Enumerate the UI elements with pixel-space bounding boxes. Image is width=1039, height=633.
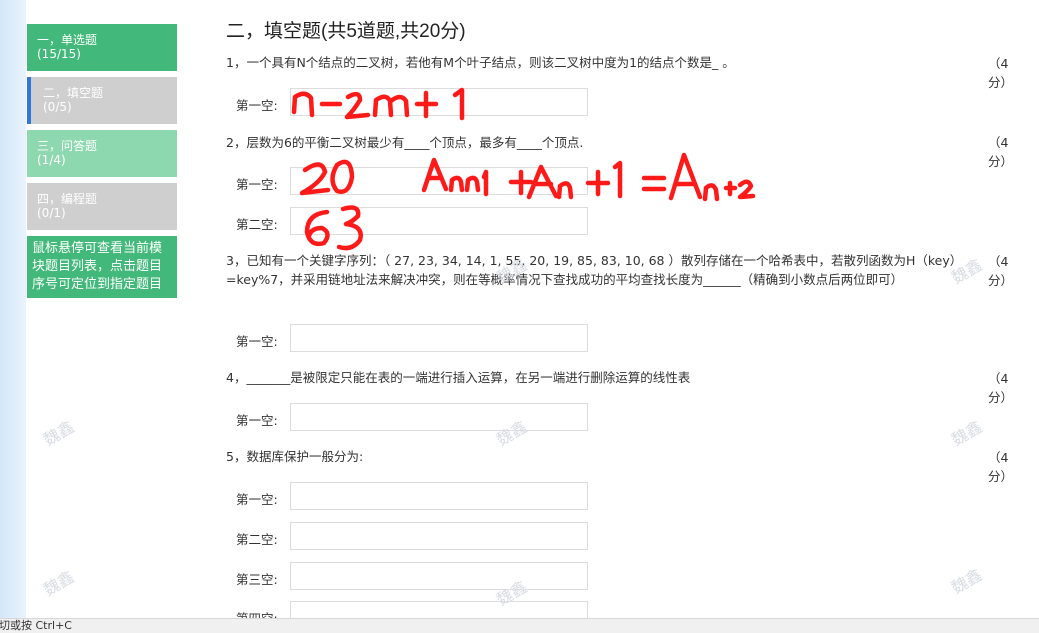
- nav-item-count: (1/4): [37, 153, 66, 167]
- question-4-text: 4，_______是被限定只能在表的一端进行插入运算，在另一端进行删除运算的线性…: [226, 370, 691, 385]
- watermark: 魏鑫: [948, 565, 986, 598]
- q3-blank-1-input[interactable]: [290, 324, 588, 352]
- q4-blank-1-input[interactable]: [290, 403, 588, 431]
- nav-item-count: (15/15): [37, 47, 81, 61]
- left-background-strip: [0, 0, 26, 632]
- nav-item-programming[interactable]: 四，编程题 (0/1): [27, 183, 177, 230]
- nav-item-title: 四，编程题: [37, 192, 98, 206]
- watermark: 魏鑫: [40, 417, 78, 450]
- blank-label: 第二空:: [236, 532, 278, 547]
- question-1-text: 1，一个具有N个结点的二叉树，若他有M个叶子结点，则该二叉树中度为1的结点个数是…: [226, 55, 735, 70]
- watermark: 魏鑫: [40, 567, 78, 600]
- watermark: 魏鑫: [948, 417, 986, 450]
- q1-blank-1-input[interactable]: [290, 88, 588, 116]
- nav-help-tip: 鼠标悬停可查看当前模块题目列表，点击题目序号可定位到指定题目: [27, 236, 177, 298]
- nav-item-single-choice[interactable]: 一，单选题 (15/15): [27, 24, 177, 71]
- q5-blank-2-input[interactable]: [290, 522, 588, 550]
- q5-blank-3-input[interactable]: [290, 562, 588, 590]
- nav-item-short-answer[interactable]: 三，问答题 (1/4): [27, 130, 177, 177]
- question-2-score: （4分）: [988, 135, 1014, 169]
- question-5-text: 5，数据库保护一般分为:: [226, 449, 364, 464]
- nav-item-title: 一，单选题: [37, 33, 98, 47]
- nav-item-fill-blank[interactable]: 二，填空题 (0/5): [27, 77, 177, 124]
- question-type-nav: 一，单选题 (15/15) 二，填空题 (0/5) 三，问答题 (1/4) 四，…: [27, 24, 177, 298]
- status-text: 剪切或按 Ctrl+C: [0, 619, 72, 632]
- section-title: 二，填空题(共5道题,共20分): [226, 21, 466, 42]
- question-2-text: 2，层数为6的平衡二叉树最少有____个顶点，最多有____个顶点.: [226, 135, 584, 150]
- blank-label: 第一空:: [236, 98, 278, 113]
- blank-label: 第一空:: [236, 334, 278, 349]
- question-5-score: （4分）: [988, 450, 1014, 484]
- blank-label: 第一空:: [236, 413, 278, 428]
- question-4-score: （4分）: [988, 371, 1014, 405]
- q5-blank-1-input[interactable]: [290, 482, 588, 510]
- nav-item-count: (0/5): [43, 100, 72, 114]
- question-1-score: （4分）: [988, 56, 1014, 90]
- question-3-text: 3，已知有一个关键字序列：（ 27, 23, 34, 14, 1, 55, 20…: [226, 253, 963, 287]
- question-3-score: （4分）: [988, 254, 1014, 288]
- q2-blank-2-input[interactable]: [290, 207, 588, 235]
- status-bar: 剪切或按 Ctrl+C: [0, 618, 1039, 633]
- blank-label: 第一空:: [236, 177, 278, 192]
- q2-blank-1-input[interactable]: [290, 167, 588, 195]
- blank-label: 第一空:: [236, 492, 278, 507]
- nav-item-title: 二，填空题: [43, 86, 104, 100]
- nav-item-title: 三，问答题: [37, 139, 98, 153]
- nav-item-count: (0/1): [37, 206, 66, 220]
- blank-label: 第二空:: [236, 217, 278, 232]
- blank-label: 第三空:: [236, 572, 278, 587]
